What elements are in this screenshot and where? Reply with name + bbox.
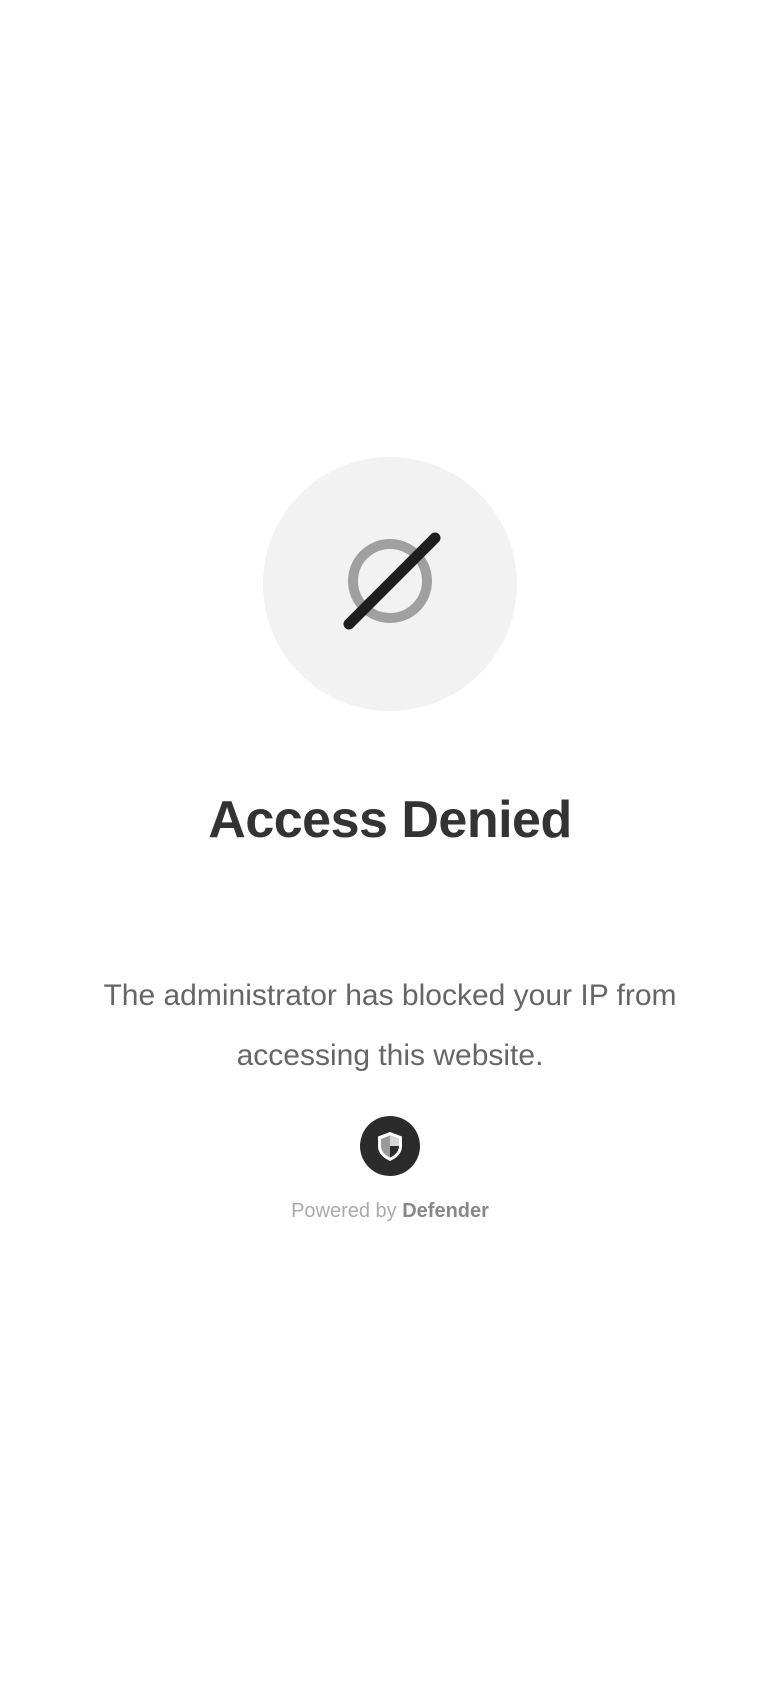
defender-badge bbox=[360, 1116, 420, 1176]
shield-icon bbox=[378, 1132, 402, 1161]
blocked-icon-circle bbox=[263, 457, 517, 711]
page-title: Access Denied bbox=[208, 791, 572, 849]
powered-by: Powered by Defender bbox=[0, 1200, 780, 1223]
brand-name: Defender bbox=[402, 1200, 489, 1222]
access-denied-page: Access Denied The administrator has bloc… bbox=[0, 0, 780, 1688]
blocked-icon bbox=[343, 532, 441, 630]
blocked-message: The administrator has blocked your IP fr… bbox=[103, 979, 677, 1072]
powered-by-label: Powered by bbox=[291, 1200, 403, 1222]
